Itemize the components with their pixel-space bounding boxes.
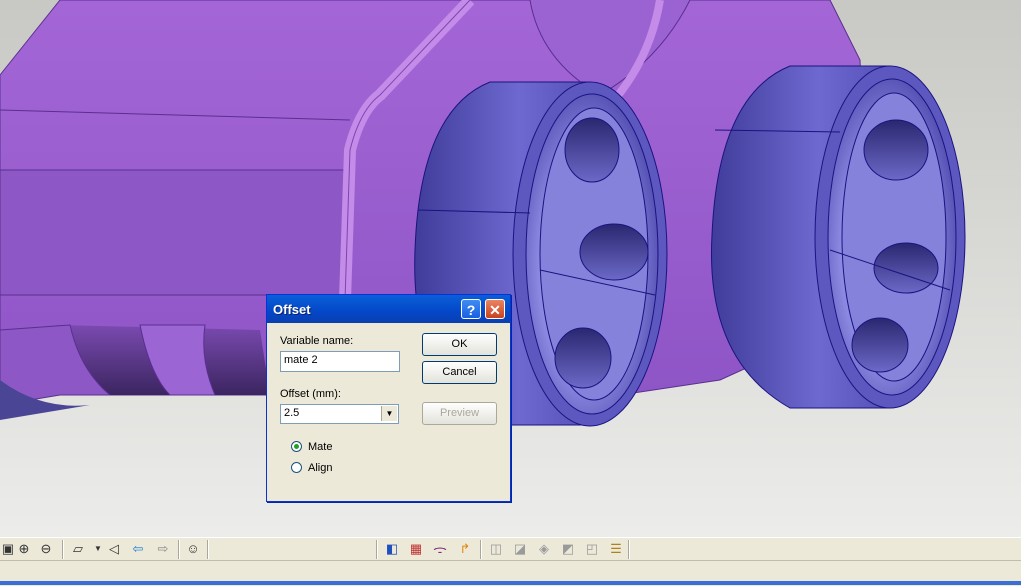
zoom-to-fit-icon[interactable]: ▣ (0, 541, 16, 557)
bottom-toolbar: ▣ ⊕ ⊖ ⏥ ▼ ◁ ⇦ ⇨ ☺ ◧ ▦ ᯙ ↱ ◫ ◪ ◈ ◩ ◰ ☰ (0, 537, 1021, 560)
ok-button[interactable]: OK (422, 333, 497, 356)
previous-view-icon[interactable]: ◁ (106, 541, 122, 557)
mate-radio[interactable] (291, 441, 302, 452)
wireframe-icon[interactable]: ◩ (560, 541, 576, 557)
close-button[interactable]: ✕ (485, 299, 505, 319)
hidden-lines-icon[interactable]: ◰ (584, 541, 600, 557)
view-orient-icon[interactable]: ⏥ (70, 541, 86, 557)
toolbar-separator (480, 540, 482, 559)
color-icon[interactable]: ▦ (408, 541, 424, 557)
dropdown-arrow-icon[interactable]: ▼ (90, 541, 106, 557)
assembly-icon[interactable]: ◧ (384, 541, 400, 557)
zoom-in-icon[interactable]: ⊕ (16, 541, 32, 557)
back-arrow-icon[interactable]: ⇦ (130, 541, 146, 557)
align-label: Align (308, 462, 333, 474)
cancel-button[interactable]: Cancel (422, 361, 497, 384)
help-button[interactable]: ? (461, 299, 481, 319)
toolbar-separator (62, 540, 64, 559)
forward-arrow-icon[interactable]: ⇨ (155, 541, 171, 557)
toolbar-separator (376, 540, 378, 559)
layers-icon[interactable]: ☰ (608, 541, 624, 557)
part-icon[interactable]: ◫ (488, 541, 504, 557)
pipe-icon[interactable]: ↱ (457, 541, 473, 557)
chevron-down-icon[interactable]: ▼ (381, 406, 397, 421)
variable-name-input[interactable]: mate 2 (280, 351, 400, 372)
offset-label: Offset (mm): (280, 388, 341, 400)
zoom-out-icon[interactable]: ⊖ (38, 541, 54, 557)
toolbar-separator (207, 540, 209, 559)
preview-button[interactable]: Preview (422, 402, 497, 425)
toolbar-separator (628, 540, 630, 559)
smiley-icon[interactable]: ☺ (185, 541, 201, 557)
offset-value: 2.5 (284, 407, 300, 419)
mate-label: Mate (308, 441, 333, 453)
align-radio[interactable] (291, 462, 302, 473)
cube-icon[interactable]: ◪ (512, 541, 528, 557)
offset-combo[interactable]: 2.5 ▼ (280, 404, 399, 424)
toolbar-separator (178, 540, 180, 559)
mate-icon[interactable]: ᯙ (432, 541, 448, 557)
variable-name-label: Variable name: (280, 335, 354, 347)
shading-icon[interactable]: ◈ (536, 541, 552, 557)
dialog-title: Offset (273, 301, 311, 317)
offset-dialog: Offset ? ✕ Variable name: mate 2 Offset … (266, 294, 511, 502)
taskbar-edge (0, 581, 1021, 585)
wheel-rear (710, 65, 966, 409)
dialog-titlebar[interactable]: Offset ? ✕ (267, 295, 510, 323)
